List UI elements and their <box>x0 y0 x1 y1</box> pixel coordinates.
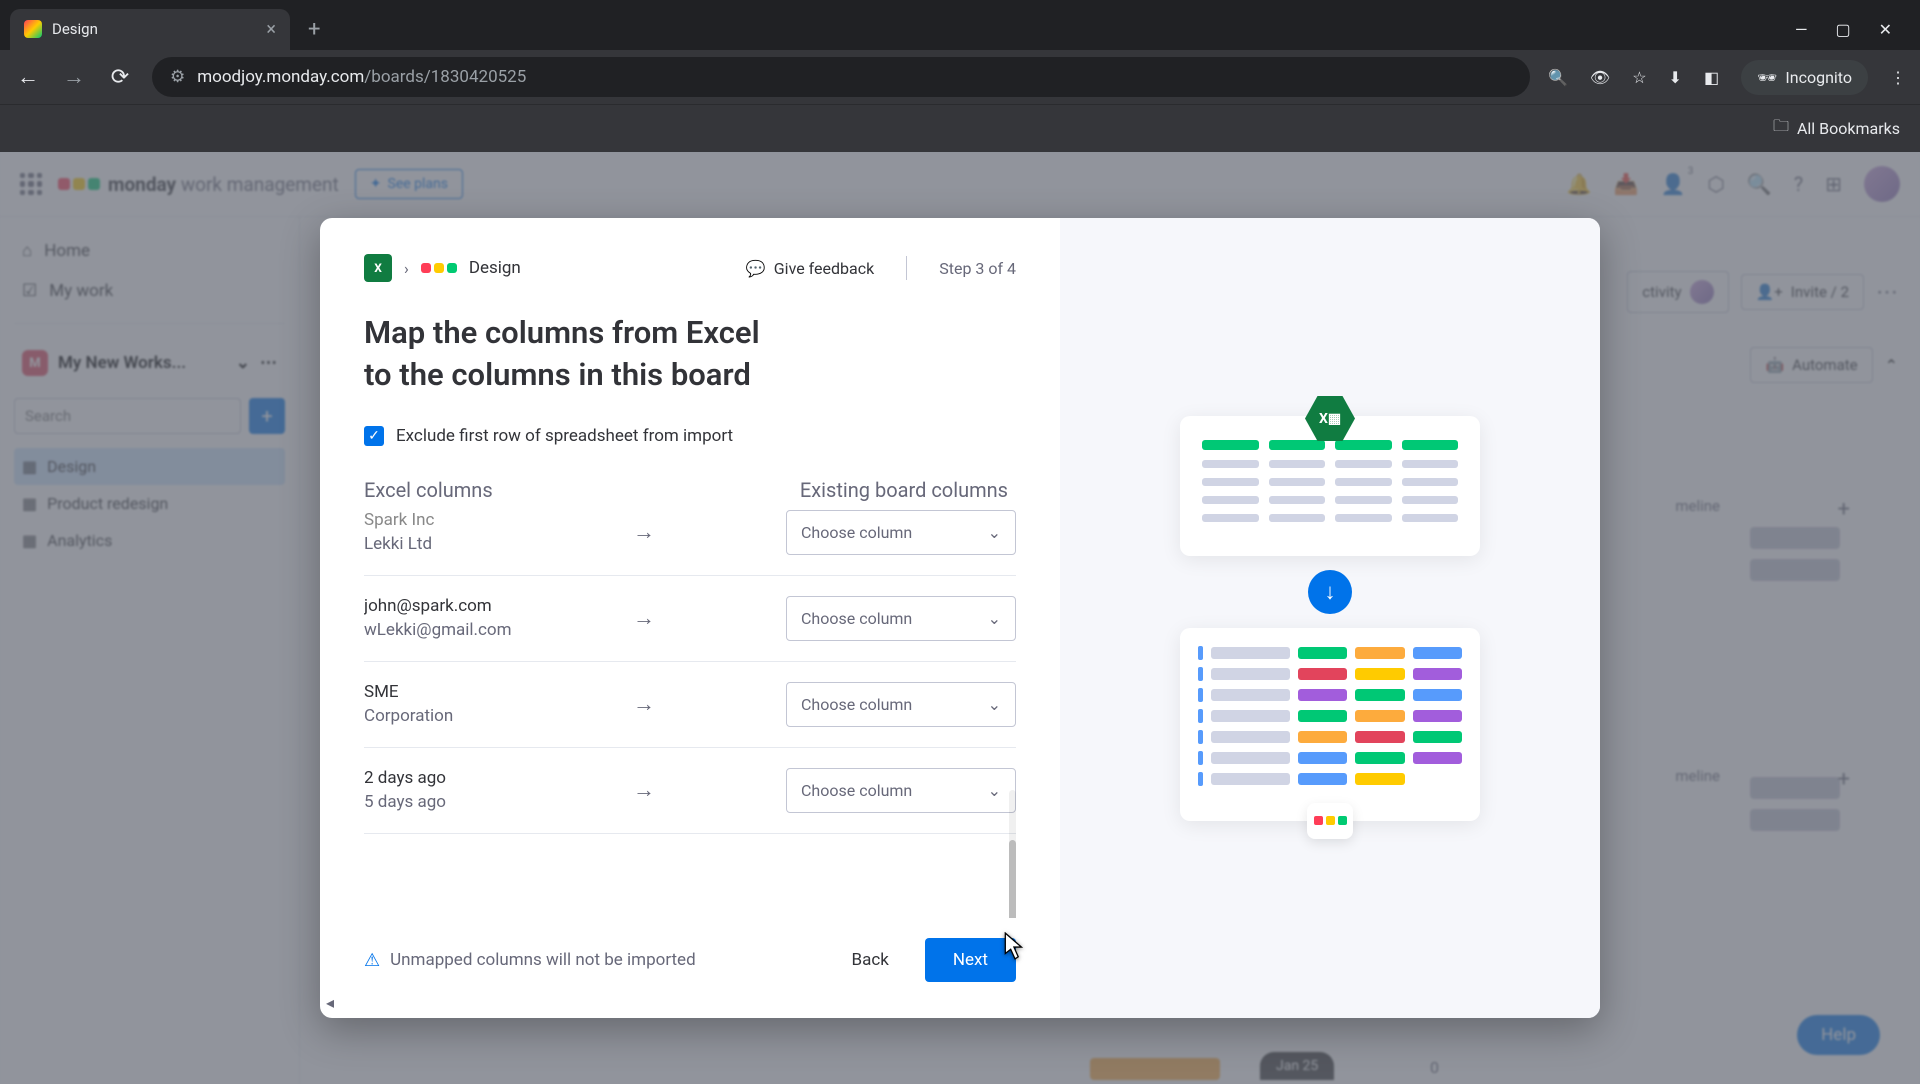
breadcrumb-separator-icon: › <box>404 259 409 278</box>
mapping-row: Spark Inc Lekki Ltd → Choose column ⌄ <box>364 510 1016 576</box>
kebab-menu-icon[interactable]: ⋮ <box>1890 68 1906 87</box>
scrollbar-thumb[interactable] <box>1009 840 1016 918</box>
excel-sample-values: SME Corporation <box>364 682 604 726</box>
board-columns-header: Existing board columns <box>800 478 1008 502</box>
excel-sample-values: Spark Inc Lekki Ltd <box>364 510 604 554</box>
bookmark-bar: 🗀 All Bookmarks <box>0 104 1920 152</box>
column-select[interactable]: Choose column ⌄ <box>786 768 1016 813</box>
folder-icon: 🗀 <box>1773 115 1789 142</box>
mapping-list: Spark Inc Lekki Ltd → Choose column ⌄ jo… <box>364 510 1016 918</box>
arrow-right-icon: → <box>624 519 664 545</box>
exclude-first-row-checkbox[interactable]: ✓ Exclude first row of spreadsheet from … <box>364 426 1016 446</box>
arrow-right-icon: → <box>624 605 664 631</box>
excel-sample-values: 2 days ago 5 days ago <box>364 768 604 812</box>
step-indicator: Step 3 of 4 <box>939 259 1016 278</box>
url-path: /boards/1830420525 <box>364 67 526 87</box>
board-illustration <box>1180 628 1480 821</box>
close-window-icon[interactable]: ✕ <box>1879 20 1892 39</box>
arrow-down-circle-icon: ↓ <box>1308 570 1352 614</box>
url-input[interactable]: ⚙ moodjoy.monday.com/boards/1830420525 <box>152 57 1530 97</box>
chevron-down-icon: ⌄ <box>988 609 1001 628</box>
warning-icon: ⚠ <box>364 950 380 971</box>
sidepanel-icon[interactable]: ◧ <box>1704 68 1719 87</box>
excel-columns-header: Excel columns <box>364 478 493 502</box>
minimize-icon[interactable]: — <box>1795 20 1808 39</box>
column-select[interactable]: Choose column ⌄ <box>786 596 1016 641</box>
mapping-row: john@spark.com wLekki@gmail.com → Choose… <box>364 576 1016 662</box>
all-bookmarks-button[interactable]: 🗀 All Bookmarks <box>1773 115 1900 142</box>
excel-icon: X <box>364 254 392 282</box>
back-icon[interactable]: ← <box>14 64 42 90</box>
next-button[interactable]: Next <box>925 938 1016 982</box>
tab-bar: Design × + — ▢ ✕ <box>0 0 1920 50</box>
favicon-icon <box>24 20 42 38</box>
maximize-icon[interactable]: ▢ <box>1835 20 1850 39</box>
back-button[interactable]: Back <box>830 938 911 982</box>
mapping-row: SME Corporation → Choose column ⌄ <box>364 662 1016 748</box>
all-bookmarks-label: All Bookmarks <box>1797 119 1900 138</box>
site-settings-icon[interactable]: ⚙ <box>170 67 185 87</box>
breadcrumb-board-name: Design <box>469 258 521 278</box>
column-select[interactable]: Choose column ⌄ <box>786 682 1016 727</box>
window-controls: — ▢ ✕ <box>1795 20 1910 39</box>
eye-off-icon[interactable]: 👁 <box>1590 68 1610 87</box>
close-tab-icon[interactable]: × <box>266 19 276 40</box>
incognito-badge[interactable]: 🕶 Incognito <box>1741 60 1868 95</box>
chevron-down-icon: ⌄ <box>988 695 1001 714</box>
browser-tab[interactable]: Design × <box>10 9 290 50</box>
chat-icon: 💬 <box>746 259 766 278</box>
modal-illustration: X▦ ↓ <box>1060 218 1600 1018</box>
scroll-left-icon[interactable]: ◂ <box>326 993 334 1012</box>
unmapped-warning: ⚠ Unmapped columns will not be imported <box>364 950 696 971</box>
search-icon[interactable]: 🔍 <box>1548 68 1568 87</box>
chevron-down-icon: ⌄ <box>988 523 1001 542</box>
checkbox-checked-icon: ✓ <box>364 426 384 446</box>
arrow-right-icon: → <box>624 777 664 803</box>
modal-overlay: ▴ ◂▸ X › Design 💬 Give feedback <box>0 152 1920 1084</box>
incognito-label: Incognito <box>1785 68 1852 87</box>
give-feedback-button[interactable]: 💬 Give feedback <box>746 259 874 278</box>
column-headers: Excel columns Existing board columns <box>364 478 1016 502</box>
import-modal: ▴ ◂▸ X › Design 💬 Give feedback <box>320 218 1600 1018</box>
reload-icon[interactable]: ⟳ <box>106 65 134 90</box>
url-host: moodjoy.monday.com <box>197 67 364 87</box>
incognito-icon: 🕶 <box>1757 68 1777 87</box>
new-tab-button[interactable]: + <box>294 17 334 42</box>
arrow-right-icon: → <box>624 691 664 717</box>
scrollbar-track[interactable] <box>1009 790 1016 918</box>
divider <box>906 256 907 280</box>
address-bar: ← → ⟳ ⚙ moodjoy.monday.com/boards/183042… <box>0 50 1920 104</box>
modal-footer: ⚠ Unmapped columns will not be imported … <box>364 918 1016 982</box>
bookmark-star-icon[interactable]: ☆ <box>1632 68 1646 87</box>
modal-header: X › Design 💬 Give feedback Step 3 of 4 <box>364 254 1016 282</box>
monday-badge-icon <box>1307 803 1353 839</box>
forward-icon[interactable]: → <box>60 64 88 90</box>
column-select[interactable]: Choose column ⌄ <box>786 510 1016 555</box>
download-icon[interactable]: ⬇ <box>1669 68 1682 87</box>
modal-title: Map the columns from Excel to the column… <box>364 312 1016 396</box>
excel-sample-values: john@spark.com wLekki@gmail.com <box>364 596 604 640</box>
monday-mini-logo <box>421 263 457 273</box>
chevron-down-icon: ⌄ <box>988 781 1001 800</box>
mapping-row: 2 days ago 5 days ago → Choose column ⌄ <box>364 748 1016 834</box>
tab-title: Design <box>52 20 98 38</box>
